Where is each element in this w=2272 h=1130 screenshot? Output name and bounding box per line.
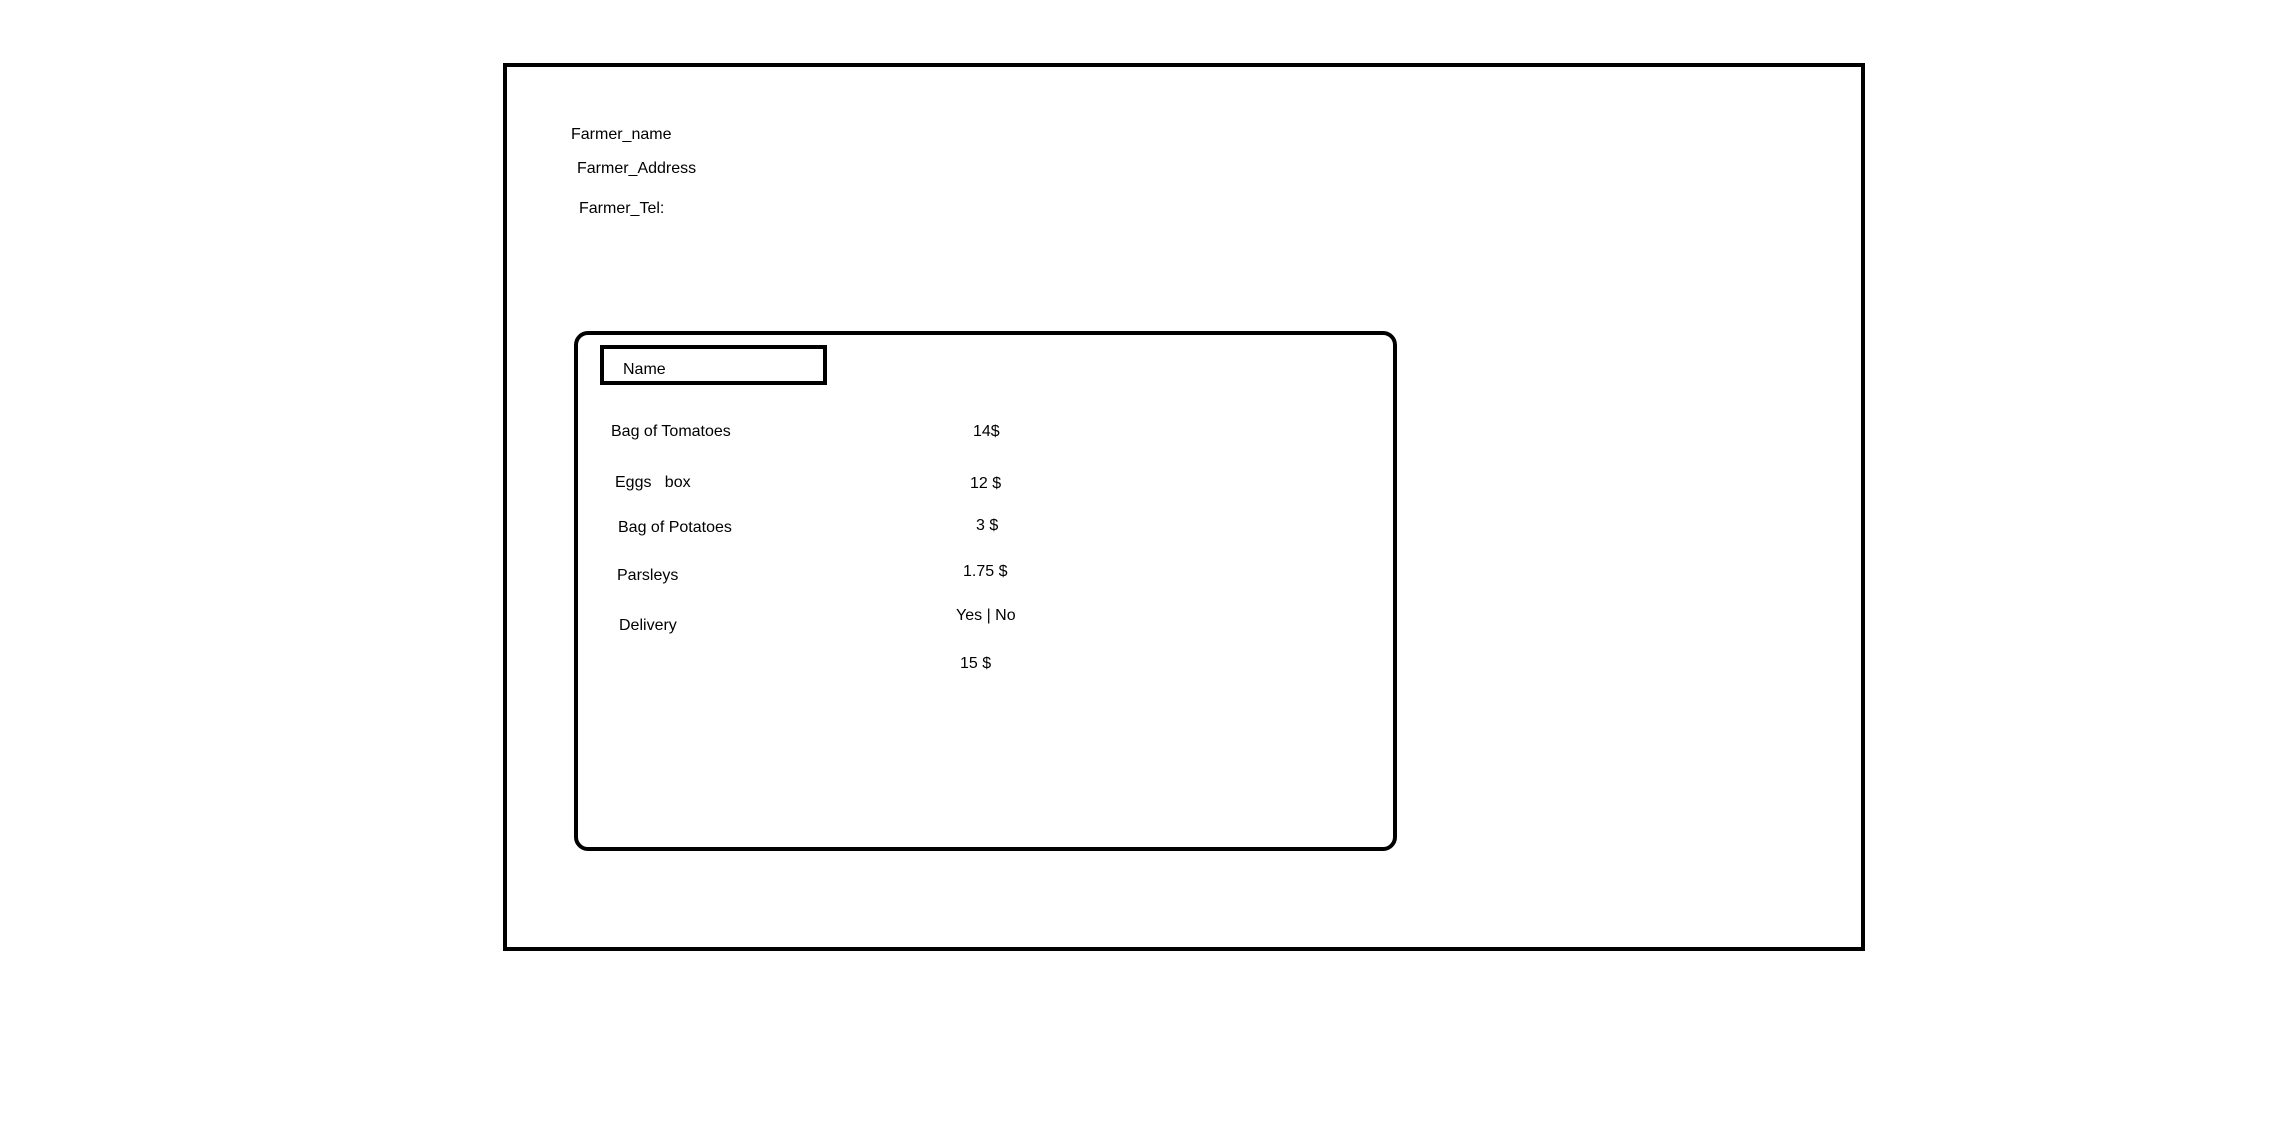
farmer-name-label: Farmer_name <box>571 126 672 143</box>
order-card <box>574 331 1397 851</box>
delivery-no-option[interactable]: No <box>995 607 1015 624</box>
item-price-parsleys: 1.75 $ <box>963 563 1008 580</box>
delivery-options: Yes | No <box>956 608 1016 624</box>
farmer-tel-label: Farmer_Tel: <box>579 200 665 217</box>
delivery-yes-option[interactable]: Yes <box>956 607 982 624</box>
item-label-potatoes: Bag of Potatoes <box>618 519 732 536</box>
farmer-address-label: Farmer_Address <box>577 160 697 177</box>
item-price-eggs: 12 $ <box>970 475 1002 492</box>
item-label-eggs: Eggs box <box>615 474 691 491</box>
delivery-price: 15 $ <box>960 655 992 672</box>
item-price-potatoes: 3 $ <box>976 517 999 534</box>
item-label-parsleys: Parsleys <box>617 567 679 584</box>
item-label-tomatoes: Bag of Tomatoes <box>611 423 731 440</box>
delivery-label: Delivery <box>619 617 677 634</box>
delivery-separator: | <box>986 607 991 624</box>
item-price-tomatoes: 14$ <box>973 423 1000 440</box>
name-field-label: Name <box>623 361 666 378</box>
